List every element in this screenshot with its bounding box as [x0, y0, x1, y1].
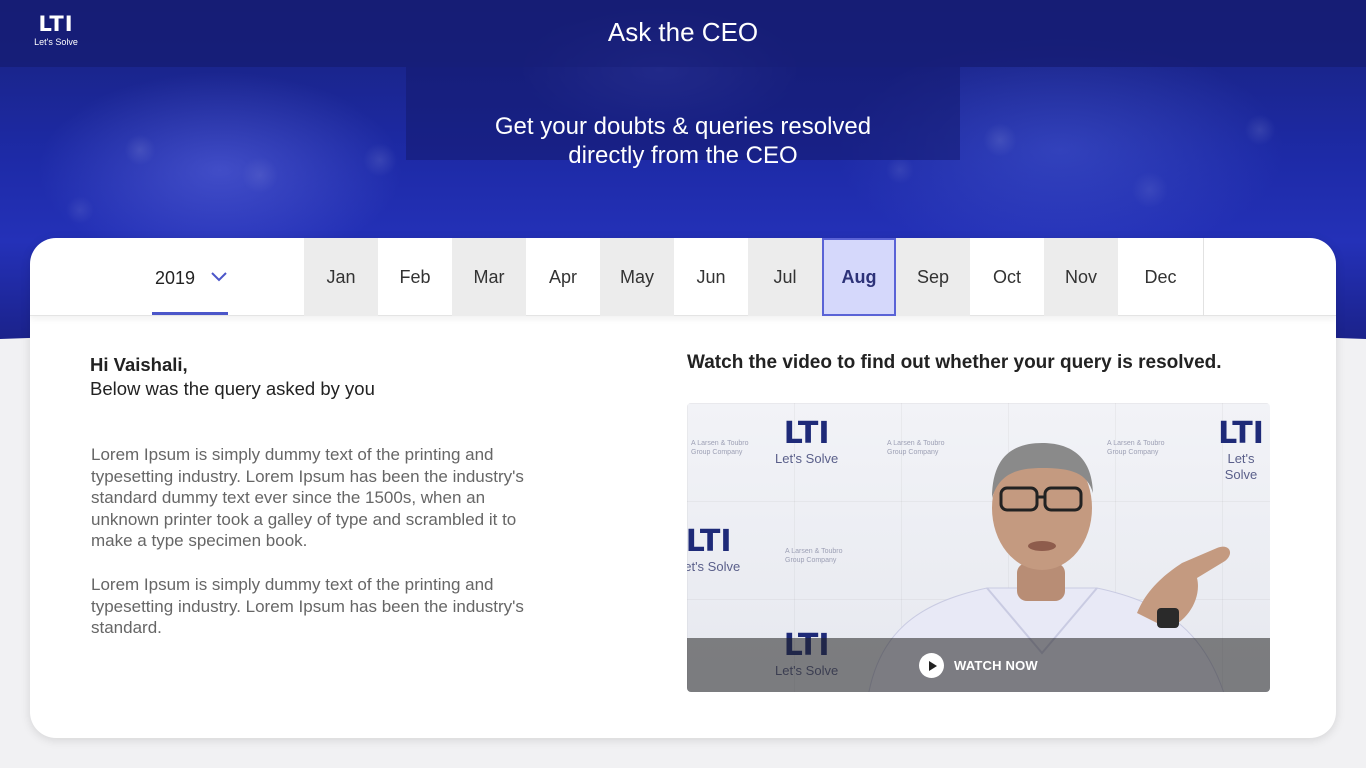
tab-month-nov[interactable]: Nov — [1044, 238, 1118, 316]
ceo-video-player[interactable]: LTI Let's Solve LTI Let's Solve LTI Let'… — [687, 403, 1270, 692]
play-icon — [919, 653, 944, 678]
backdrop-group-text: A Larsen & Toubro Group Company — [785, 548, 843, 564]
query-paragraph-1: Lorem Ipsum is simply dummy text of the … — [91, 445, 524, 551]
backdrop-logo-mark: LTI — [687, 524, 732, 559]
tab-month-apr[interactable]: Apr — [526, 238, 600, 316]
backdrop-group-text: A Larsen & Toubro Group Company — [691, 440, 749, 456]
backdrop-logo: LTI Let's Solve — [775, 417, 838, 467]
hero-subtitle: Get your doubts & queries resolved direc… — [406, 112, 960, 170]
query-greeting-block: Hi Vaishali, Below was the query asked b… — [90, 353, 610, 401]
year-value: 2019 — [155, 268, 196, 288]
backdrop-logo-tagline: Let's Solve — [687, 559, 741, 574]
month-tabs: Jan Feb Mar Apr May Jun Jul Aug Sep Oct … — [304, 238, 1204, 316]
tab-month-feb[interactable]: Feb — [378, 238, 452, 316]
watch-now-button[interactable]: WATCH NOW — [919, 653, 1038, 678]
year-underline — [152, 312, 228, 315]
backdrop-logo-mark: LTI — [783, 416, 830, 451]
greeting: Hi Vaishali, — [90, 354, 188, 375]
hero-subtitle-line-1: Get your doubts & queries resolved — [494, 113, 872, 140]
year-dropdown[interactable]: 2019 — [152, 238, 228, 316]
backdrop-logo-tagline: Let's Solve — [775, 451, 839, 466]
chevron-down-icon — [211, 272, 227, 282]
tab-month-sep[interactable]: Sep — [896, 238, 970, 316]
tab-month-oct[interactable]: Oct — [970, 238, 1044, 316]
video-heading: Watch the video to find out whether your… — [687, 352, 1222, 373]
tab-month-jul[interactable]: Jul — [748, 238, 822, 316]
tab-month-aug[interactable]: Aug — [822, 238, 896, 316]
tab-month-jan[interactable]: Jan — [304, 238, 378, 316]
tab-month-may[interactable]: May — [600, 238, 674, 316]
watch-now-label: WATCH NOW — [954, 658, 1038, 673]
month-filter-bar: 2019 Jan Feb Mar Apr May Jun Jul Aug Sep… — [30, 238, 1336, 316]
hero-subtitle-line-2: directly from the CEO — [568, 142, 798, 169]
query-paragraph-2: Lorem Ipsum is simply dummy text of the … — [91, 575, 524, 638]
query-intro: Below was the query asked by you — [90, 378, 375, 399]
page-title: Ask the CEO — [607, 17, 759, 47]
backdrop-logo: LTI Let's Solve — [687, 525, 740, 575]
tab-month-jun[interactable]: Jun — [674, 238, 748, 316]
tab-month-dec[interactable]: Dec — [1118, 238, 1204, 316]
tab-month-mar[interactable]: Mar — [452, 238, 526, 316]
content-card: 2019 Jan Feb Mar Apr May Jun Jul Aug Sep… — [30, 238, 1336, 738]
